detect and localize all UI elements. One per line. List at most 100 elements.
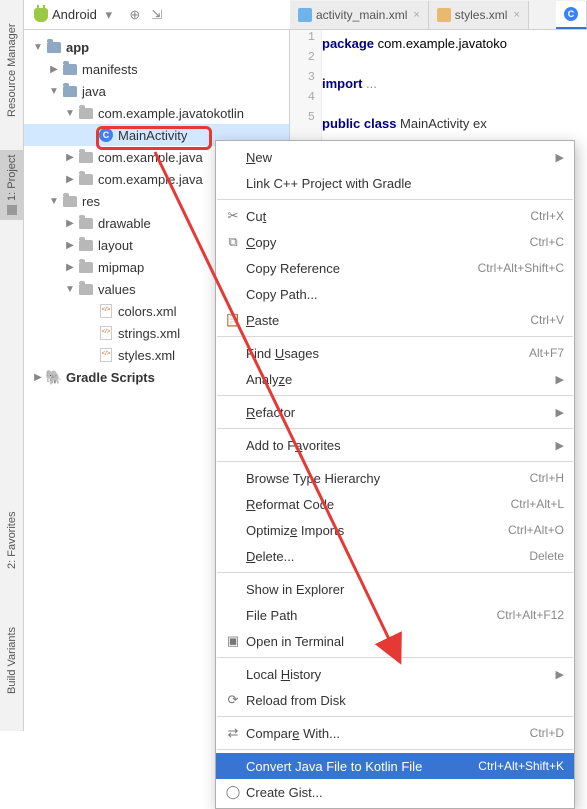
context-menu: NNewew▶ Link C++ Project with Gradle ✂Cu…: [215, 140, 575, 809]
xml-file-icon: [100, 348, 112, 362]
menu-separator: [217, 461, 573, 462]
node-label: layout: [98, 238, 133, 253]
menu-paste[interactable]: 📋PasteCtrl+V: [216, 307, 574, 333]
node-label: mipmap: [98, 260, 144, 275]
rail-build-variants[interactable]: Build Variants: [0, 610, 24, 710]
tab-activity-main[interactable]: activity_main.xml ×: [290, 1, 429, 29]
chevron-right-icon: ▶: [64, 174, 76, 185]
menu-browse-type-hierarchy[interactable]: Browse Type HierarchyCtrl+H: [216, 465, 574, 491]
tab-styles-xml[interactable]: styles.xml ×: [429, 1, 529, 29]
tab-current-file[interactable]: C: [556, 1, 587, 29]
tab-label: styles.xml: [455, 8, 508, 22]
menu-copy-reference[interactable]: Copy ReferenceCtrl+Alt+Shift+C: [216, 255, 574, 281]
menu-analyze[interactable]: Analyze▶: [216, 366, 574, 392]
folder-icon: [63, 86, 77, 97]
chevron-down-icon: ▼: [64, 108, 76, 119]
rail-project[interactable]: 1: Project: [0, 150, 24, 220]
folder-icon: [79, 240, 93, 251]
github-icon: ◯: [224, 784, 242, 800]
keyword: public class: [322, 116, 396, 131]
terminal-icon: ▣: [224, 633, 242, 649]
chevron-down-icon: ▼: [64, 284, 76, 295]
submenu-arrow-icon: ▶: [556, 668, 564, 681]
cut-icon: ✂: [224, 208, 242, 224]
chevron-right-icon: ▶: [32, 372, 44, 383]
folder-icon: [79, 284, 93, 295]
menu-find-usages[interactable]: Find UsagesAlt+F7: [216, 340, 574, 366]
submenu-arrow-icon: ▶: [556, 151, 564, 164]
code-text: com.example.javatoko: [374, 36, 507, 51]
tab-label: activity_main.xml: [316, 8, 407, 22]
submenu-arrow-icon: ▶: [556, 406, 564, 419]
menu-new[interactable]: NNewew▶: [216, 144, 574, 170]
menu-add-favorites[interactable]: Add to Favorites▶: [216, 432, 574, 458]
node-label: values: [98, 282, 136, 297]
menu-file-path[interactable]: File PathCtrl+Alt+F12: [216, 602, 574, 628]
expand-icon[interactable]: ⇲: [149, 7, 165, 23]
menu-separator: [217, 199, 573, 200]
keyword: import: [322, 76, 362, 91]
line-number: 5: [290, 110, 321, 130]
xml-file-icon: [100, 326, 112, 340]
folder-icon: [79, 218, 93, 229]
tree-node-app[interactable]: ▼ app: [24, 36, 289, 58]
menu-convert-java-to-kotlin[interactable]: Convert Java File to Kotlin FileCtrl+Alt…: [216, 753, 574, 779]
chevron-right-icon: ▶: [64, 152, 76, 163]
menu-show-in-explorer[interactable]: Show in Explorer: [216, 576, 574, 602]
line-number: 3: [290, 70, 321, 90]
folder-icon: [63, 64, 77, 75]
close-tab-icon[interactable]: ×: [513, 9, 519, 21]
submenu-arrow-icon: ▶: [556, 439, 564, 452]
target-icon[interactable]: ⊕: [127, 7, 143, 23]
editor-tabs: activity_main.xml × styles.xml × C: [290, 0, 587, 30]
close-tab-icon[interactable]: ×: [413, 9, 419, 21]
menu-copy-path[interactable]: Copy Path...: [216, 281, 574, 307]
menu-reload-from-disk[interactable]: ⟳Reload from Disk: [216, 687, 574, 713]
project-rail-icon: [7, 205, 17, 215]
node-label: java: [82, 84, 106, 99]
node-label: Gradle Scripts: [66, 370, 155, 385]
menu-reformat-code[interactable]: Reformat CodeCtrl+Alt+L: [216, 491, 574, 517]
menu-separator: [217, 716, 573, 717]
node-label: res: [82, 194, 100, 209]
folder-icon: [63, 196, 77, 207]
chevron-right-icon: ▶: [64, 218, 76, 229]
menu-separator: [217, 395, 573, 396]
menu-delete[interactable]: Delete...Delete: [216, 543, 574, 569]
package-icon: [79, 108, 93, 119]
line-number: 2: [290, 50, 321, 70]
code-text: MainActivity ex: [396, 116, 486, 131]
chevron-down-icon: ▼: [48, 196, 60, 207]
node-label: colors.xml: [118, 304, 177, 319]
rail-favorites[interactable]: 2: Favorites: [0, 500, 24, 580]
menu-cut[interactable]: ✂CutCtrl+X: [216, 203, 574, 229]
node-label: app: [66, 40, 89, 55]
menu-create-gist[interactable]: ◯Create Gist...: [216, 779, 574, 805]
tree-node-package[interactable]: ▼com.example.javatokotlin: [24, 102, 289, 124]
menu-optimize-imports[interactable]: Optimize ImportsCtrl+Alt+O: [216, 517, 574, 543]
class-file-icon: C: [99, 128, 113, 142]
line-number: 4: [290, 90, 321, 110]
copy-icon: ⧉: [224, 234, 242, 250]
submenu-arrow-icon: ▶: [556, 373, 564, 386]
node-label: drawable: [98, 216, 151, 231]
xml-file-icon: [298, 8, 312, 22]
project-view-combo[interactable]: Android ▾: [30, 5, 121, 25]
menu-copy[interactable]: ⧉CopyCtrl+C: [216, 229, 574, 255]
chevron-down-icon: ▼: [32, 42, 44, 53]
menu-open-in-terminal[interactable]: ▣Open in Terminal: [216, 628, 574, 654]
code-editor[interactable]: package com.example.javatoko import ... …: [322, 30, 587, 134]
code-text: ...: [362, 76, 376, 91]
rail-resource-manager[interactable]: Resource Manager: [0, 10, 24, 130]
module-icon: [47, 42, 61, 53]
tree-node-java[interactable]: ▼java: [24, 80, 289, 102]
folder-icon: [79, 262, 93, 273]
menu-refactor[interactable]: Refactor▶: [216, 399, 574, 425]
xml-file-icon: [100, 304, 112, 318]
menu-link-cpp[interactable]: Link C++ Project with Gradle: [216, 170, 574, 196]
left-tool-rail: Resource Manager 1: Project 2: Favorites…: [0, 0, 24, 731]
menu-local-history[interactable]: Local History▶: [216, 661, 574, 687]
menu-compare-with[interactable]: ⇄Compare With...Ctrl+D: [216, 720, 574, 746]
tree-node-manifests[interactable]: ▶manifests: [24, 58, 289, 80]
menu-separator: [217, 336, 573, 337]
